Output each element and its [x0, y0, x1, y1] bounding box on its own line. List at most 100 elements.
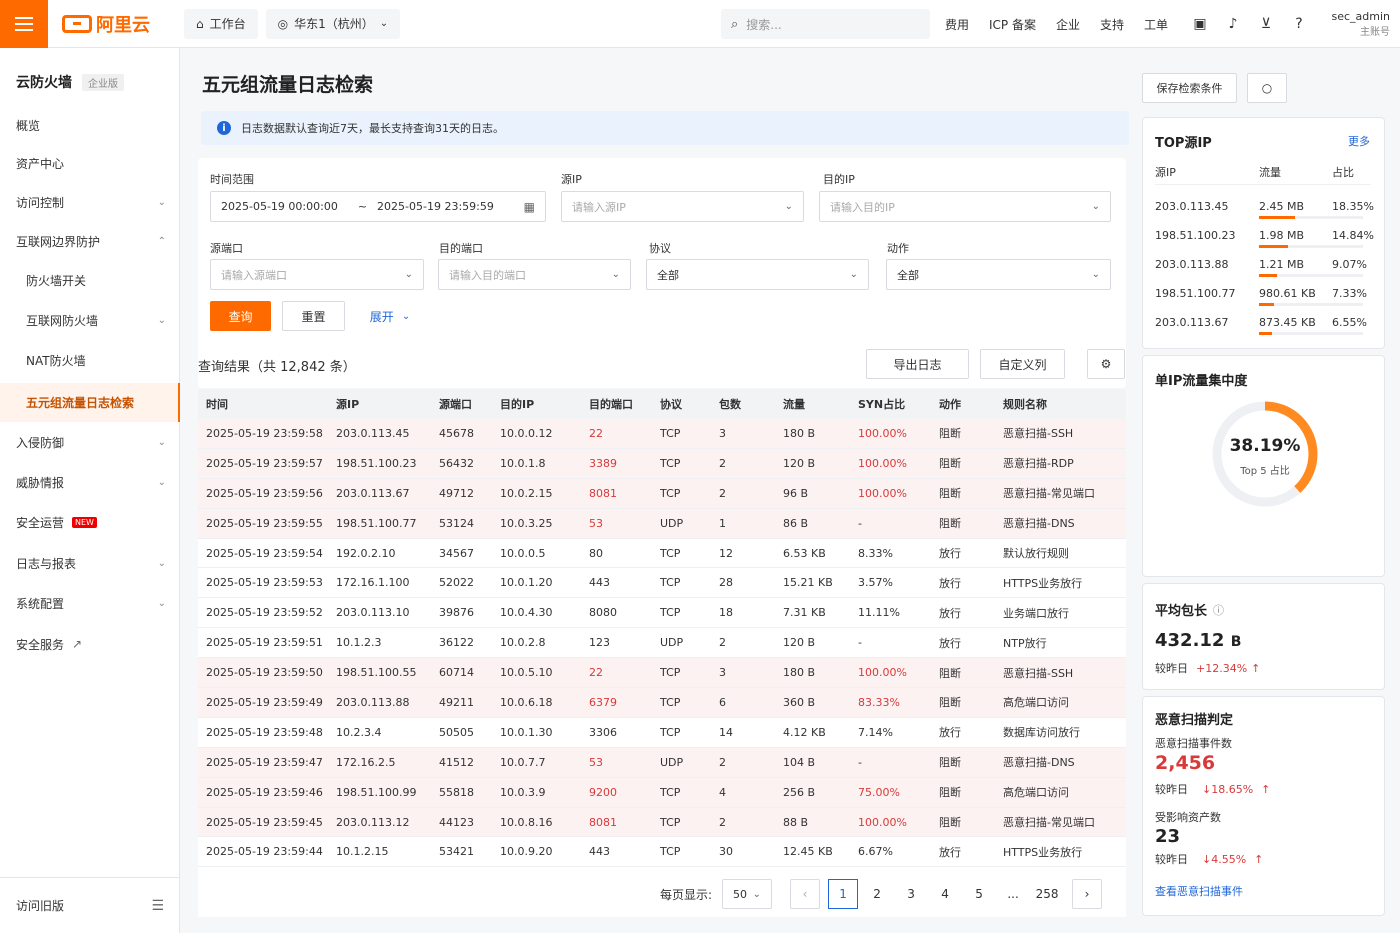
page-size-select[interactable]: 50 ⌄: [722, 879, 773, 909]
cell-dst-ip: 10.0.6.18: [500, 695, 553, 709]
nav-ticket[interactable]: 工单: [1144, 16, 1168, 33]
table-settings-button[interactable]: ⚙: [1087, 349, 1125, 379]
nav-support[interactable]: 支持: [1100, 16, 1124, 33]
src-port-select[interactable]: 请输入源端口 ⌄: [210, 259, 424, 290]
sidebar-item-overview[interactable]: 概览: [0, 107, 180, 143]
nav-enterprise[interactable]: 企业: [1056, 16, 1080, 33]
chevron-down-icon: ⌄: [1091, 269, 1100, 280]
info-circle-icon[interactable]: ⓘ: [1213, 602, 1224, 618]
notice-banner: i 日志数据默认查询近7天，最长支持查询31天的日志。: [201, 111, 1129, 145]
page-258[interactable]: 258: [1032, 879, 1062, 909]
page-3[interactable]: 3: [896, 879, 926, 909]
table-row[interactable]: 2025-05-19 23:59:44 10.1.2.15 53421 10.0.9.…: [198, 837, 1126, 868]
table-row[interactable]: 2025-05-19 23:59:47 172.16.2.5 41512 10.0.7…: [198, 747, 1126, 778]
cell-action: 放行: [939, 576, 961, 590]
workbench-button[interactable]: ⌂ 工作台: [184, 8, 258, 39]
page-4[interactable]: 4: [930, 879, 960, 909]
workbench-label: 工作台: [209, 17, 246, 31]
message-icon[interactable]: ▣: [1192, 16, 1208, 32]
expand-button[interactable]: 展开 ⌄: [360, 301, 420, 331]
region-selector[interactable]: ◎ 华东1（杭州） ⌄: [265, 8, 401, 39]
more-link[interactable]: 更多: [1348, 133, 1370, 149]
reset-button[interactable]: 重置: [282, 301, 345, 331]
page-5[interactable]: 5: [964, 879, 994, 909]
table-row[interactable]: 2025-05-19 23:59:53 172.16.1.100 52022 10.0…: [198, 568, 1126, 599]
cell-src-ip: 203.0.113.10: [336, 606, 410, 620]
sidebar-item-sec-ops[interactable]: 安全运营 NEW: [0, 504, 180, 540]
bell-icon[interactable]: ♪: [1225, 16, 1241, 32]
sidebar-item-access-control[interactable]: 访问控制 ⌄: [0, 184, 180, 220]
table-row[interactable]: 2025-05-19 23:59:48 10.2.3.4 50505 10.0.1.3…: [198, 718, 1126, 748]
query-button[interactable]: 查询: [210, 301, 271, 331]
sidebar-item-internet-firewall[interactable]: 互联网防火墙 ⌄: [0, 302, 180, 338]
chevron-down-icon: ⌄: [611, 269, 620, 280]
src-ip-select[interactable]: 请输入源IP ⌄: [561, 191, 804, 222]
dst-ip-label: 目的IP: [823, 173, 855, 186]
home-icon: ⌂: [196, 16, 204, 31]
prev-page-button[interactable]: ‹: [790, 879, 821, 909]
collapse-menu-icon[interactable]: ☰: [151, 898, 164, 914]
table-row[interactable]: 2025-05-19 23:59:46 198.51.100.99 55818 10.…: [198, 777, 1126, 808]
cell-dst-port: 8081: [589, 486, 617, 500]
table-row[interactable]: 2025-05-19 23:59:54 192.0.2.10 34567 10.0.0…: [198, 539, 1126, 569]
help-icon[interactable]: ?: [1291, 16, 1307, 32]
table-row[interactable]: 2025-05-19 23:59:55 198.51.100.77 53124 10.…: [198, 508, 1126, 539]
sidebar-item-firewall-switch[interactable]: 防火墙开关: [0, 262, 180, 298]
protocol-select[interactable]: 全部 ⌄: [646, 259, 869, 290]
table-row[interactable]: 2025-05-19 23:59:56 203.0.113.67 49712 10.0…: [198, 478, 1126, 509]
arrow-down-icon: ↓: [1202, 853, 1212, 866]
sidebar-item-ips[interactable]: 入侵防御 ⌄: [0, 424, 180, 460]
action-select[interactable]: 全部 ⌄: [886, 259, 1111, 290]
top-src-row[interactable]: 198.51.100.23 1.98 MB 14.84%: [1155, 221, 1374, 250]
cart-icon[interactable]: ⊻: [1258, 16, 1274, 32]
nav-billing[interactable]: 费用: [945, 16, 969, 33]
action-value: 全部: [897, 268, 919, 282]
top-src-row[interactable]: 203.0.113.45 2.45 MB 18.35%: [1155, 192, 1374, 221]
top-src-row[interactable]: 203.0.113.88 1.21 MB 9.07%: [1155, 250, 1371, 279]
table-row[interactable]: 2025-05-19 23:59:49 203.0.113.88 49211 10.0…: [198, 688, 1126, 718]
share: 6.55%: [1332, 316, 1367, 329]
dst-ip-select[interactable]: 请输入目的IP ⌄: [819, 191, 1111, 222]
sidebar-item-internet-border[interactable]: 互联网边界防护 ⌃: [0, 223, 180, 259]
table-row[interactable]: 2025-05-19 23:59:58 203.0.113.45 45678 10.0…: [198, 419, 1126, 449]
sidebar-item-label: 安全服务: [16, 637, 65, 652]
page-size-value: 50: [733, 887, 748, 901]
nav-icp[interactable]: ICP 备案: [989, 16, 1036, 33]
dst-port-select[interactable]: 请输入目的端口 ⌄: [438, 259, 631, 290]
table-row[interactable]: 2025-05-19 23:59:50 198.51.100.55 60714 10.…: [198, 658, 1126, 689]
time-range-picker[interactable]: 2025-05-19 00:00:00 ~ 2025-05-19 23:59:5…: [210, 191, 546, 222]
arrow-down-icon: ↓: [1202, 783, 1212, 796]
table-row[interactable]: 2025-05-19 23:59:45 203.0.113.12 44123 10.0…: [198, 807, 1126, 838]
table-row[interactable]: 2025-05-19 23:59:52 203.0.113.10 39876 10.0…: [198, 598, 1126, 629]
brand-logo[interactable]: 阿里云: [62, 11, 162, 37]
view-scan-events-link[interactable]: 查看恶意扫描事件: [1155, 883, 1243, 899]
cell-src-port: 53124: [439, 516, 474, 530]
sidebar-item-assets[interactable]: 资产中心: [0, 145, 180, 181]
table-row[interactable]: 2025-05-19 23:59:57 198.51.100.23 56432 10.…: [198, 448, 1126, 479]
global-search[interactable]: ⌕ 搜索...: [721, 9, 930, 39]
share-bar-fill: [1259, 216, 1296, 219]
save-search-button[interactable]: 保存检索条件: [1142, 73, 1237, 103]
cell-syn-ratio: 6.67%: [858, 845, 893, 859]
export-log-button[interactable]: 导出日志: [866, 349, 969, 379]
sidebar-item-sec-service[interactable]: 安全服务 ↗: [0, 626, 180, 662]
menu-icon[interactable]: [0, 0, 48, 48]
old-version-link[interactable]: 访问旧版 ☰: [0, 877, 180, 933]
top-src-row[interactable]: 198.51.100.77 980.61 KB 7.33%: [1155, 279, 1371, 308]
search-icon: ⌕: [731, 16, 739, 32]
next-page-button[interactable]: ›: [1072, 879, 1103, 909]
sidebar-item-threat-intel[interactable]: 威胁情报 ⌄: [0, 464, 180, 500]
sidebar-item-nat-firewall[interactable]: NAT防火墙: [0, 342, 180, 378]
sidebar-item-system-config[interactable]: 系统配置 ⌄: [0, 585, 180, 621]
sidebar-item-logs-reports[interactable]: 日志与报表 ⌄: [0, 545, 180, 581]
user-menu[interactable]: sec_admin 主账号: [1331, 9, 1390, 41]
table-row[interactable]: 2025-05-19 23:59:51 10.1.2.3 36122 10.0.2.8…: [198, 628, 1126, 659]
sidebar-item-flow-log[interactable]: 五元组流量日志检索: [0, 383, 180, 422]
custom-columns-button[interactable]: 自定义列: [980, 349, 1065, 379]
page-2[interactable]: 2: [862, 879, 892, 909]
refresh-button[interactable]: ○: [1247, 73, 1287, 103]
cell-src-ip: 10.1.2.15: [336, 845, 389, 859]
top-src-row[interactable]: 203.0.113.67 873.45 KB 6.55%: [1155, 308, 1371, 337]
cell-src-ip: 172.16.1.100: [336, 576, 410, 590]
page-1[interactable]: 1: [828, 879, 859, 909]
